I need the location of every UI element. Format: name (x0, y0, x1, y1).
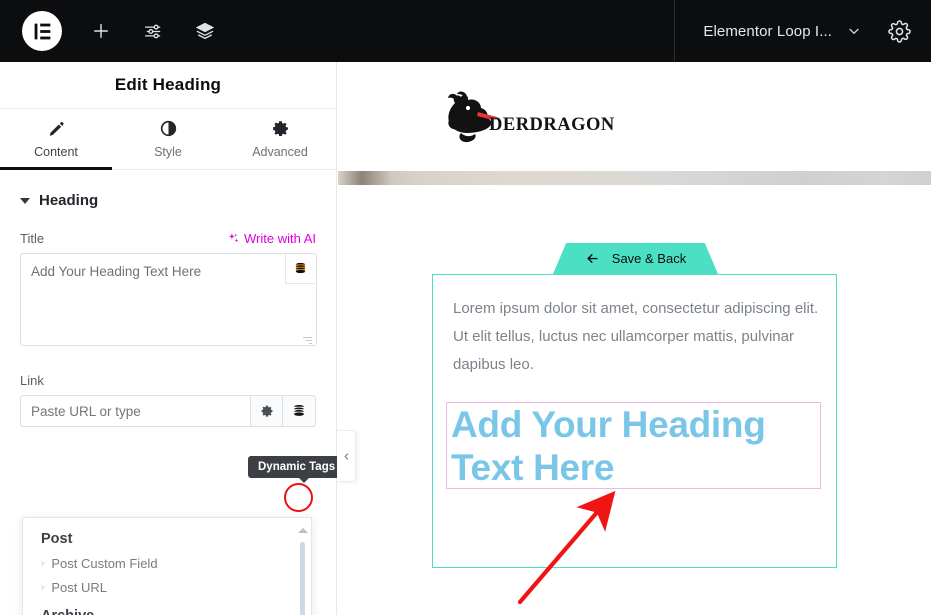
contrast-icon (160, 120, 176, 137)
chevron-right-icon: › (41, 557, 45, 569)
save-and-back-label: Save & Back (611, 251, 687, 266)
write-with-ai-label: Write with AI (243, 231, 316, 246)
chevron-down-icon[interactable] (832, 23, 878, 39)
panel-header: Edit Heading (0, 62, 336, 109)
dynamic-tags-button-highlight (284, 483, 313, 512)
dropdown-item-post-custom-field[interactable]: › Post Custom Field (23, 547, 311, 571)
title-field-row: Title Write with AI (20, 231, 316, 246)
pencil-icon (49, 122, 63, 136)
document-controls: Elementor Loop I... (674, 0, 931, 62)
dropdown-group-title: Archive (23, 595, 311, 615)
heading-widget[interactable]: Add Your Heading Text Here (446, 402, 821, 489)
database-stack-icon (295, 262, 306, 274)
caret-up-icon (298, 528, 308, 533)
tab-advanced-label: Advanced (252, 145, 308, 159)
preview-canvas: DERDRAGON Save & Back Lorem ipsum dolor … (338, 62, 931, 615)
link-field-row: Link (20, 373, 316, 388)
link-input[interactable] (20, 395, 250, 427)
tab-content-label: Content (34, 145, 78, 159)
top-bar-left-tools (0, 0, 218, 62)
tooltip-tail (298, 477, 310, 483)
gear-icon (261, 405, 272, 417)
plus-icon[interactable] (88, 18, 114, 44)
link-dynamic-tags-button[interactable] (283, 395, 316, 427)
hero-banner-image (338, 171, 931, 185)
arrow-left-icon (587, 254, 598, 263)
chevron-right-icon: › (41, 581, 45, 593)
top-bar: Elementor Loop I... (0, 0, 931, 62)
dropdown-group-archive: Archive › Archive URL (23, 595, 311, 615)
sparkles-icon (228, 233, 239, 243)
dropdown-item-label: Post URL (51, 580, 107, 595)
selected-container[interactable]: Lorem ipsum dolor sit amet, consectetur … (432, 274, 837, 568)
tab-style-label: Style (154, 145, 182, 159)
panel-collapse-toggle[interactable] (337, 430, 356, 482)
panel-title: Edit Heading (114, 75, 222, 94)
heading-section-label: Heading (39, 192, 99, 209)
title-field-label: Title (20, 231, 45, 246)
logo-text: DERDRAGON (489, 115, 615, 135)
gear-icon (272, 121, 288, 137)
paragraph-widget[interactable]: Lorem ipsum dolor sit amet, consectetur … (453, 295, 823, 379)
dynamic-tags-dropdown: Post › Post Custom Field › Post URL Arch… (22, 517, 312, 615)
elementor-logo-icon[interactable] (22, 11, 62, 51)
heading-widget-text: Add Your Heading Text Here (451, 404, 766, 488)
link-field-label: Link (20, 373, 44, 388)
dynamic-tags-tooltip: Dynamic Tags (248, 456, 346, 483)
write-with-ai-button[interactable]: Write with AI (227, 231, 316, 246)
caret-down-icon (20, 197, 30, 204)
sliders-icon[interactable] (140, 18, 166, 44)
gear-icon[interactable] (878, 19, 911, 43)
dynamic-tags-tooltip-label: Dynamic Tags (258, 461, 336, 473)
title-dynamic-tags-button[interactable] (285, 254, 315, 284)
editor-panel: Edit Heading Content Style Advanced Head… (0, 62, 346, 615)
dropdown-group-post: Post › Post Custom Field › Post URL (23, 518, 311, 595)
tab-content[interactable]: Content (0, 109, 112, 170)
chevron-left-icon (344, 452, 348, 460)
site-logo: DERDRAGON (441, 89, 614, 145)
link-input-group (20, 395, 316, 427)
scrollbar-thumb[interactable] (300, 542, 305, 615)
document-title: Elementor Loop I... (703, 22, 832, 40)
elementor-editor: Elementor Loop I... DERDRAGON Save & Bac… (0, 0, 931, 615)
title-input-wrapper (20, 253, 317, 351)
panel-tabs: Content Style Advanced (0, 109, 336, 170)
dropdown-item-post-url[interactable]: › Post URL (23, 571, 311, 595)
database-stack-icon (294, 405, 304, 416)
link-options-button[interactable] (250, 395, 283, 427)
dropdown-item-label: Post Custom Field (51, 556, 158, 571)
heading-section-header[interactable]: Heading (0, 170, 336, 209)
dropdown-group-title: Post (41, 531, 73, 547)
title-field-group: Title Write with AI Add Your Heading Tex… (0, 231, 336, 427)
layers-icon[interactable] (192, 18, 218, 44)
save-and-back-button[interactable]: Save & Back (553, 243, 718, 274)
title-input[interactable] (20, 253, 317, 346)
tab-advanced[interactable]: Advanced (224, 109, 336, 169)
dropdown-scrollbar[interactable] (298, 528, 308, 615)
tab-style[interactable]: Style (112, 109, 224, 169)
